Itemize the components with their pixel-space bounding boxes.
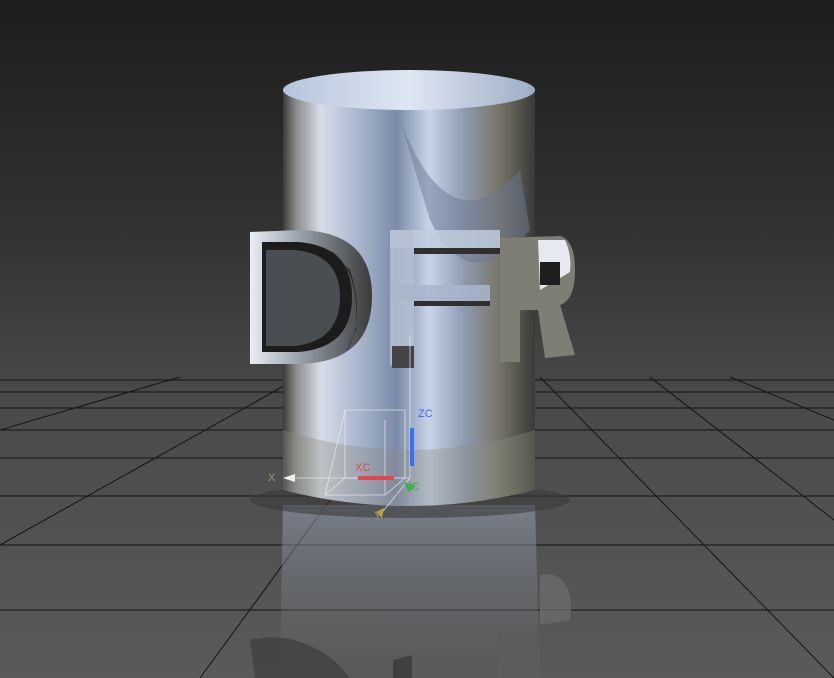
x-axis-label: X: [268, 472, 276, 484]
graphics-viewport[interactable]: ZC XC YC X Y: [0, 0, 834, 678]
floor-reflection: [250, 505, 571, 678]
yc-axis-label: YC: [404, 481, 420, 493]
xc-axis-marker: [358, 476, 394, 480]
extruded-letter-r[interactable]: [500, 236, 575, 362]
3d-scene[interactable]: [0, 0, 834, 678]
y-axis-label: Y: [374, 510, 382, 522]
zc-axis-marker: [410, 428, 414, 466]
xc-axis-label: XC: [355, 462, 371, 474]
zc-axis-label: ZC: [418, 408, 433, 420]
extruded-letter-d[interactable]: [250, 230, 372, 364]
